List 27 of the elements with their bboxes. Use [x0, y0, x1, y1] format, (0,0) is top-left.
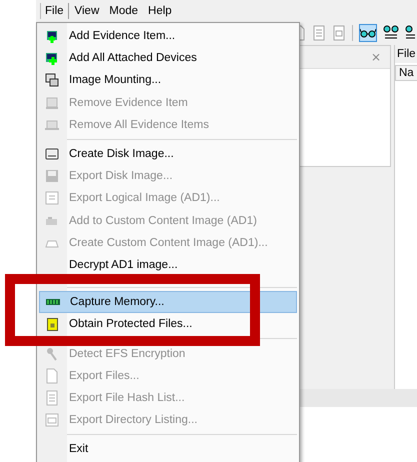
menu-item[interactable]: View [70, 3, 104, 19]
menu-item[interactable]: File [40, 3, 69, 19]
computer-icon [44, 28, 60, 44]
glasses-icon[interactable] [359, 24, 377, 42]
menu-item[interactable]: Help [144, 3, 176, 19]
menu-item[interactable]: Image Mounting... [39, 69, 297, 92]
menu-item[interactable]: Add All Attached Devices [39, 47, 297, 70]
menu-item[interactable]: Mode [105, 3, 142, 19]
menu-item[interactable]: Obtain Protected Files... [39, 313, 297, 336]
glasses-icon[interactable] [405, 25, 415, 41]
menu-item[interactable]: Create Disk Image... [39, 142, 297, 166]
menu-item[interactable]: Exit [39, 438, 297, 460]
page-icon [44, 190, 60, 206]
glasses-icon[interactable] [383, 25, 399, 41]
card-icon [46, 318, 58, 331]
menu-item[interactable]: Decrypt AD1 image... [39, 254, 297, 276]
document-icon [44, 412, 60, 428]
computer-icon [44, 50, 60, 66]
document-icon [44, 390, 60, 406]
drives-icon [44, 72, 60, 88]
floppy-icon [44, 168, 60, 184]
page-icon [44, 368, 60, 384]
column-header[interactable]: Na [395, 65, 417, 81]
panel-tab[interactable]: File [395, 45, 417, 63]
computer-icon [44, 94, 60, 111]
menu-item[interactable]: Capture Memory... [39, 291, 297, 314]
menu-item[interactable]: Add Evidence Item... [39, 25, 297, 48]
